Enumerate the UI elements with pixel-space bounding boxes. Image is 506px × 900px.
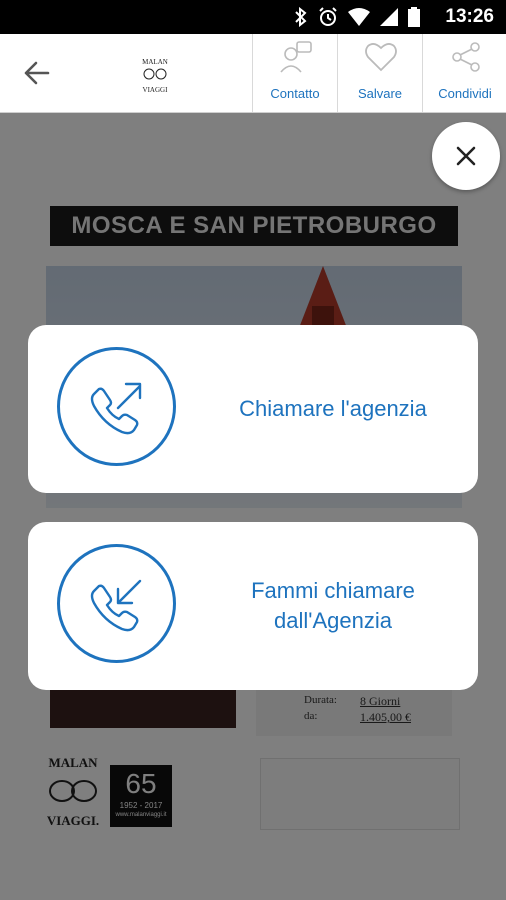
incoming-call-icon bbox=[90, 579, 142, 632]
back-arrow-icon bbox=[24, 61, 50, 85]
status-bar: 13:26 bbox=[0, 0, 506, 34]
status-time: 13:26 bbox=[445, 6, 494, 27]
call-agency-label: Chiamare l'agenzia bbox=[239, 396, 427, 421]
heart-icon bbox=[365, 43, 397, 72]
callback-request-option[interactable]: Fammi chiamare dall'Agenzia bbox=[28, 522, 478, 690]
svg-text:VIAGGI: VIAGGI bbox=[143, 86, 169, 94]
save-label: Salvare bbox=[357, 86, 403, 101]
contact-icon bbox=[280, 41, 312, 73]
close-icon bbox=[456, 146, 476, 166]
call-agency-label-wrap: Chiamare l'agenzia bbox=[198, 325, 468, 493]
outgoing-call-icon-ring bbox=[57, 347, 176, 466]
callback-label-wrap: Fammi chiamare dall'Agenzia bbox=[198, 522, 468, 690]
close-button[interactable] bbox=[432, 122, 500, 190]
wifi-icon bbox=[348, 8, 370, 26]
share-button[interactable]: Condividi bbox=[422, 34, 506, 112]
call-agency-option[interactable]: Chiamare l'agenzia bbox=[28, 325, 478, 493]
callback-label-line-2: dall'Agenzia bbox=[274, 608, 392, 633]
callback-label-line-1: Fammi chiamare bbox=[251, 578, 415, 603]
app-bar: MALAN VIAGGI Contatto Salvare Condividi bbox=[0, 34, 506, 113]
incoming-call-icon-ring bbox=[57, 544, 176, 663]
contact-label: Contatto bbox=[270, 86, 320, 101]
back-button[interactable] bbox=[22, 58, 56, 88]
alarm-icon bbox=[319, 7, 337, 26]
status-icons bbox=[294, 7, 420, 27]
signal-icon bbox=[380, 8, 398, 26]
app-logo: MALAN VIAGGI bbox=[140, 54, 170, 98]
modal-overlay[interactable] bbox=[0, 113, 506, 900]
battery-icon bbox=[408, 7, 420, 27]
bluetooth-icon bbox=[295, 7, 307, 27]
save-button[interactable]: Salvare bbox=[337, 34, 422, 112]
contact-button[interactable]: Contatto bbox=[252, 34, 337, 112]
share-icon bbox=[452, 42, 480, 72]
svg-text:MALAN: MALAN bbox=[142, 58, 168, 66]
outgoing-call-icon bbox=[90, 382, 142, 435]
share-label: Condividi bbox=[438, 86, 492, 101]
